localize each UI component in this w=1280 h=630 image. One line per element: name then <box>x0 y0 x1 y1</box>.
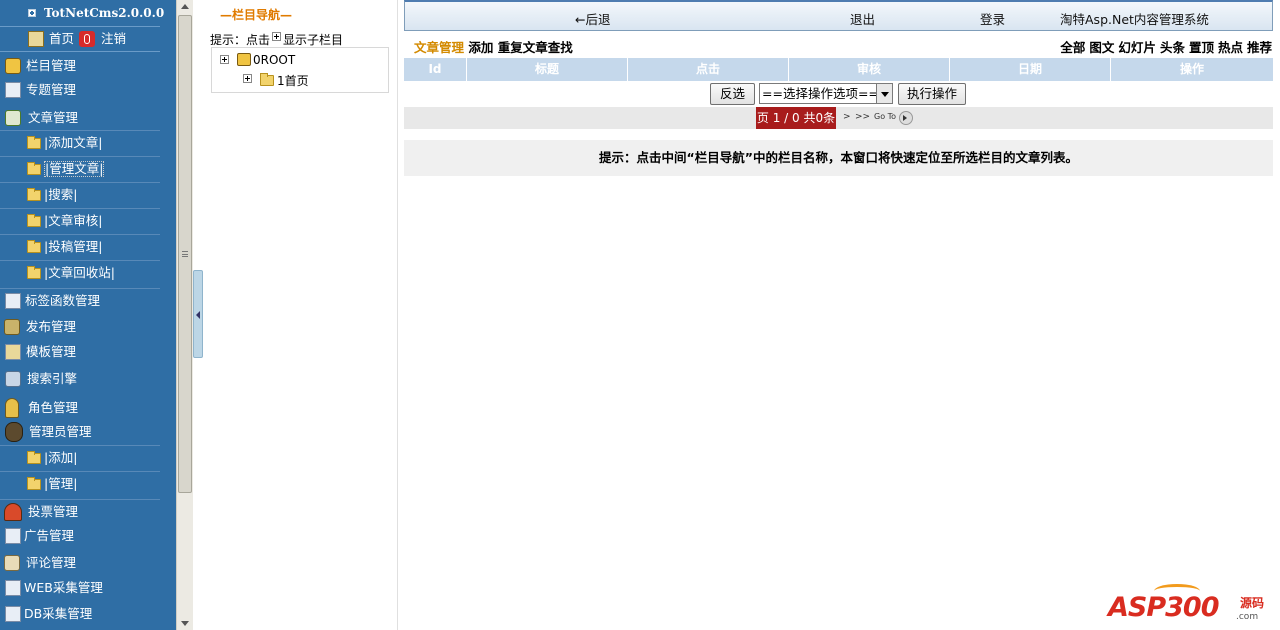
watermark-brand: ASP300 <box>1108 592 1219 623</box>
sidebar-item-vote[interactable]: 投票管理 <box>0 499 160 523</box>
role-icon <box>5 398 19 418</box>
col-actions[interactable]: 操作 <box>1111 58 1273 81</box>
home-icon[interactable] <box>28 31 44 47</box>
filter-image[interactable]: 图文 <box>1089 40 1114 55</box>
sidebar-item-tag[interactable]: 标签函数管理 <box>0 288 160 312</box>
tree-expand-home[interactable] <box>243 74 252 83</box>
filter-headline[interactable]: 头条 <box>1160 40 1185 55</box>
home-row: 首页 注销 <box>0 26 160 52</box>
chevron-down-icon[interactable] <box>876 84 892 103</box>
sub-admin-add[interactable]: |添加| <box>0 445 160 469</box>
folder-icon <box>27 266 41 279</box>
tree-box: 0ROOT 1首页 <box>211 47 389 93</box>
column-icon <box>5 58 21 74</box>
exit-link[interactable]: 退出 <box>850 9 875 28</box>
sub-search[interactable]: |搜索| <box>0 182 160 206</box>
col-date[interactable]: 日期 <box>950 58 1111 81</box>
watermark-logo: ASP300 源码 .com <box>1108 584 1274 626</box>
scroll-thumb[interactable] <box>178 15 192 493</box>
sidebar: TotNetCms2.0.0.0 首页 注销 栏目管理 专题管理 文章管理 |添… <box>0 0 176 630</box>
goto-label: Go To <box>874 112 897 121</box>
sub-submissions[interactable]: |投稿管理| <box>0 234 160 258</box>
template-icon <box>5 344 21 360</box>
expand-icon <box>272 32 282 41</box>
pager: 页 1 / 0 共0条 > >> Go To <box>404 107 1273 129</box>
vote-icon <box>4 503 22 521</box>
search-engine-icon <box>5 371 21 387</box>
folder-icon <box>27 477 41 490</box>
operation-select[interactable]: ==选择操作选项== <box>759 83 893 104</box>
article-filters: 全部 图文 幻灯片 头条 置顶 热点 推荐 <box>1056 37 1272 56</box>
system-name: 淘特Asp.Net内容管理系统 <box>1060 12 1209 27</box>
tree-node-root[interactable]: 0ROOT <box>253 53 295 67</box>
col-title[interactable]: 标题 <box>467 58 628 81</box>
watermark-com: .com <box>1236 612 1259 622</box>
logout-link[interactable]: 注销 <box>101 27 126 51</box>
col-id[interactable]: Id <box>404 58 467 81</box>
sidebar-scrollbar[interactable] <box>176 0 193 630</box>
filter-top[interactable]: 置顶 <box>1189 40 1214 55</box>
back-link[interactable]: ←后退 <box>575 9 610 28</box>
main-content: ←后退 退出 登录 淘特Asp.Net内容管理系统 文章管理 添加 重复文章查找… <box>404 0 1274 630</box>
invert-select-button[interactable]: 反选 <box>710 83 755 105</box>
filter-slide[interactable]: 幻灯片 <box>1118 40 1156 55</box>
folder-icon <box>27 214 41 227</box>
tree-expand-root[interactable] <box>220 55 229 64</box>
panel-collapse-toggle[interactable] <box>193 270 203 358</box>
current-section: 文章管理 <box>414 40 465 55</box>
filter-recommend[interactable]: 推荐 <box>1247 40 1272 55</box>
sidebar-title: TotNetCms2.0.0.0 <box>0 0 164 26</box>
sub-admin-manage[interactable]: |管理| <box>0 471 160 495</box>
last-page-link[interactable]: >> <box>855 112 870 122</box>
ad-icon <box>5 528 21 544</box>
page-info: 页 1 / 0 共0条 <box>756 107 836 129</box>
home-link[interactable]: 首页 <box>49 27 74 51</box>
tree-node-home[interactable]: 1首页 <box>277 72 309 89</box>
tree-panel: —栏目导航— 提示：点击 显示子栏目 0ROOT 1首页 <box>204 0 398 630</box>
topic-icon <box>5 82 21 98</box>
folder-icon <box>27 240 41 253</box>
filter-all[interactable]: 全部 <box>1060 40 1085 55</box>
scroll-down-icon[interactable] <box>181 621 189 626</box>
expand-icon[interactable] <box>28 9 36 17</box>
tip-notice: 提示：点击中间“栏目导航”中的栏目名称，本窗口将快速定位至所选栏目的文章列表。 <box>404 140 1273 176</box>
folder-icon <box>27 451 41 464</box>
next-page-link[interactable]: > <box>843 112 851 122</box>
tag-icon <box>5 293 21 309</box>
chevron-left-icon <box>196 311 200 319</box>
watermark-side: 源码 <box>1240 596 1265 610</box>
add-article-link[interactable]: 添加 <box>468 40 493 55</box>
sub-recycle[interactable]: |文章回收站| <box>0 260 160 284</box>
login-link[interactable]: 登录 <box>980 9 1005 28</box>
logout-icon[interactable] <box>79 31 95 47</box>
scroll-up-icon[interactable] <box>181 4 189 9</box>
folder-icon <box>27 188 41 201</box>
admin-icon <box>5 422 23 442</box>
batch-actions: 反选 ==选择操作选项== 执行操作 <box>404 83 1273 105</box>
comment-icon <box>4 555 20 571</box>
tree-title: —栏目导航— <box>220 8 293 22</box>
article-icon <box>5 110 21 126</box>
db-collect-icon <box>5 606 21 622</box>
execute-button[interactable]: 执行操作 <box>898 83 966 105</box>
sub-manage-article[interactable]: |管理文章| <box>0 156 160 180</box>
goto-icon[interactable] <box>899 111 913 125</box>
root-folder-icon <box>237 53 251 66</box>
sub-audit[interactable]: |文章审核| <box>0 208 160 232</box>
folder-icon <box>27 136 41 149</box>
folder-icon <box>27 162 41 175</box>
col-clicks[interactable]: 点击 <box>628 58 789 81</box>
article-toolbar: 文章管理 添加 重复文章查找 <box>414 37 573 56</box>
top-nav: ←后退 退出 登录 淘特Asp.Net内容管理系统 <box>404 0 1273 31</box>
dup-check-link[interactable]: 重复文章查找 <box>498 40 573 55</box>
web-collect-icon <box>5 580 21 596</box>
filter-hot[interactable]: 热点 <box>1218 40 1243 55</box>
tree-hint: 提示：点击 显示子栏目 <box>210 32 344 47</box>
sub-add-article[interactable]: |添加文章| <box>0 130 160 154</box>
col-audit[interactable]: 审核 <box>789 58 950 81</box>
grip-icon <box>182 251 188 257</box>
folder-icon <box>260 73 274 86</box>
publish-icon <box>4 319 20 335</box>
table-header: Id 标题 点击 审核 日期 操作 <box>404 58 1273 81</box>
